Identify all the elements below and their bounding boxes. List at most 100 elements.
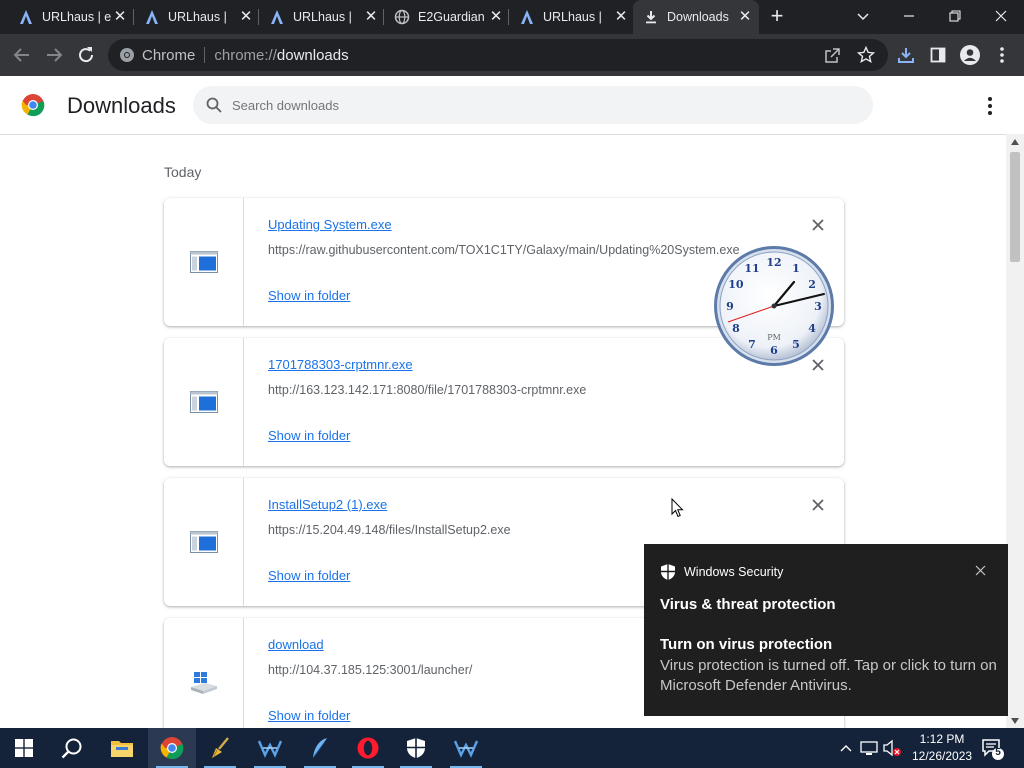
taskbar-chrome[interactable] bbox=[148, 728, 196, 768]
profile-avatar-icon bbox=[960, 45, 980, 65]
forward-button[interactable] bbox=[42, 43, 66, 67]
search-input[interactable] bbox=[232, 97, 832, 113]
source-url: https://15.204.49.148/files/InstallSetup… bbox=[268, 523, 511, 537]
scroll-down-icon[interactable] bbox=[1011, 718, 1019, 724]
toast-body: Virus protection is turned off. Tap or c… bbox=[660, 657, 997, 694]
page-scrollbar[interactable] bbox=[1006, 134, 1024, 728]
url-host: downloads bbox=[276, 46, 349, 64]
taskbar-search-button[interactable] bbox=[48, 728, 96, 768]
toast-heading: Turn on virus protection bbox=[660, 636, 833, 653]
taskbar-network-tool-2[interactable] bbox=[442, 728, 490, 768]
tab-downloads[interactable]: Downloads ✕ bbox=[633, 0, 759, 34]
windows-security-toast[interactable]: Windows Security Virus & threat protecti… bbox=[644, 544, 1008, 716]
remove-download-button[interactable] bbox=[808, 495, 828, 515]
tab-urlhaus-2[interactable]: URLhaus | ✕ bbox=[134, 0, 260, 34]
close-tab-icon[interactable]: ✕ bbox=[613, 9, 629, 25]
scroll-up-icon[interactable] bbox=[1011, 139, 1019, 145]
taskbar-feather-app[interactable] bbox=[296, 728, 344, 768]
mouse-cursor-icon bbox=[671, 498, 684, 518]
clock-numeral: 5 bbox=[792, 338, 800, 351]
new-tab-button[interactable]: + bbox=[766, 5, 788, 27]
clock-numeral: 9 bbox=[726, 300, 734, 313]
tab-e2guardian[interactable]: E2Guardian ✕ bbox=[384, 0, 510, 34]
globe-icon bbox=[394, 9, 410, 25]
executable-file-icon bbox=[189, 391, 218, 413]
show-in-folder-link[interactable]: Show in folder bbox=[268, 708, 350, 723]
taskbar-windows-security[interactable] bbox=[392, 728, 440, 768]
page-title: Downloads bbox=[67, 93, 176, 118]
profile-button[interactable] bbox=[958, 43, 982, 67]
clock-numeral: 7 bbox=[748, 338, 756, 351]
close-window-button[interactable] bbox=[978, 0, 1024, 32]
opera-icon bbox=[357, 737, 379, 759]
desktop-clock-gadget[interactable]: 12 12 3 45 6 78 9 1011 PM bbox=[712, 244, 836, 368]
volume-muted-icon[interactable] bbox=[882, 739, 902, 757]
download-icon bbox=[643, 9, 659, 25]
close-icon bbox=[975, 565, 985, 575]
tab-urlhaus-4[interactable]: URLhaus | ✕ bbox=[509, 0, 635, 34]
system-tray bbox=[836, 728, 902, 768]
taskbar-clock[interactable]: 1:12 PM 12/26/2023 bbox=[912, 731, 972, 765]
toast-app-name: Windows Security bbox=[684, 565, 784, 579]
chevron-up-icon[interactable] bbox=[840, 744, 852, 752]
file-name-link[interactable]: Updating System.exe bbox=[268, 217, 392, 232]
search-bar[interactable] bbox=[193, 86, 873, 124]
taskbar-opera[interactable] bbox=[344, 728, 392, 768]
minimize-button[interactable] bbox=[886, 0, 932, 32]
file-name-link[interactable]: download bbox=[268, 637, 324, 652]
address-bar[interactable]: Chrome chrome://downloads bbox=[108, 39, 888, 71]
share-icon[interactable] bbox=[824, 47, 841, 64]
show-in-folder-link[interactable]: Show in folder bbox=[268, 568, 350, 583]
start-button[interactable] bbox=[0, 728, 48, 768]
toast-close-button[interactable] bbox=[972, 562, 988, 578]
file-explorer-icon bbox=[111, 741, 133, 757]
taskbar-network-tool-1[interactable] bbox=[246, 728, 294, 768]
close-tab-icon[interactable]: ✕ bbox=[488, 9, 504, 25]
page-menu-button[interactable] bbox=[980, 94, 1000, 118]
cleaner-icon bbox=[212, 737, 229, 758]
close-tab-icon[interactable]: ✕ bbox=[238, 9, 254, 25]
net-tool-icon bbox=[453, 740, 479, 758]
minimize-icon bbox=[904, 15, 914, 17]
clock-date: 12/26/2023 bbox=[912, 749, 973, 763]
notification-count-badge: 5 bbox=[995, 747, 1001, 758]
clock-numeral: 6 bbox=[770, 344, 778, 357]
remove-download-button[interactable] bbox=[808, 215, 828, 235]
file-name-link[interactable]: 1701788303-crptmnr.exe bbox=[268, 357, 413, 372]
restore-icon bbox=[949, 10, 961, 22]
close-tab-icon[interactable]: ✕ bbox=[363, 9, 379, 25]
close-icon bbox=[812, 219, 824, 231]
network-icon[interactable] bbox=[860, 740, 878, 756]
scrollbar-thumb[interactable] bbox=[1010, 152, 1020, 262]
tab-search-button[interactable] bbox=[840, 0, 886, 32]
bookmark-star-icon[interactable] bbox=[857, 46, 875, 64]
taskbar-file-explorer[interactable] bbox=[98, 728, 146, 768]
tab-title: E2Guardian bbox=[418, 10, 485, 24]
tab-urlhaus-3[interactable]: URLhaus | ✕ bbox=[259, 0, 385, 34]
show-in-folder-link[interactable]: Show in folder bbox=[268, 428, 350, 443]
tab-urlhaus-1[interactable]: URLhaus | e ✕ bbox=[8, 0, 134, 34]
taskbar-cleaner-app[interactable] bbox=[196, 728, 244, 768]
installer-file-icon bbox=[190, 672, 217, 694]
forward-arrow-icon bbox=[47, 48, 63, 62]
tab-title: Downloads bbox=[667, 10, 729, 24]
shield-icon bbox=[661, 564, 675, 580]
search-icon bbox=[61, 738, 82, 759]
show-in-folder-link[interactable]: Show in folder bbox=[268, 288, 350, 303]
executable-file-icon bbox=[189, 251, 218, 273]
chrome-menu-button[interactable] bbox=[990, 43, 1014, 67]
chevron-down-icon bbox=[857, 13, 869, 21]
urlhaus-icon bbox=[519, 9, 535, 25]
side-panel-button[interactable] bbox=[926, 43, 950, 67]
downloads-button[interactable] bbox=[894, 43, 918, 67]
reload-button[interactable] bbox=[74, 43, 98, 67]
close-tab-icon[interactable]: ✕ bbox=[112, 9, 128, 25]
back-arrow-icon bbox=[13, 48, 29, 62]
restore-button[interactable] bbox=[932, 0, 978, 32]
reload-icon bbox=[79, 47, 94, 63]
action-center-button[interactable]: 5 bbox=[980, 736, 1004, 760]
source-url: http://163.123.142.171:8080/file/1701788… bbox=[268, 383, 587, 397]
back-button[interactable] bbox=[10, 43, 34, 67]
close-tab-icon[interactable]: ✕ bbox=[737, 9, 753, 25]
file-name-link[interactable]: InstallSetup2 (1).exe bbox=[268, 497, 387, 512]
